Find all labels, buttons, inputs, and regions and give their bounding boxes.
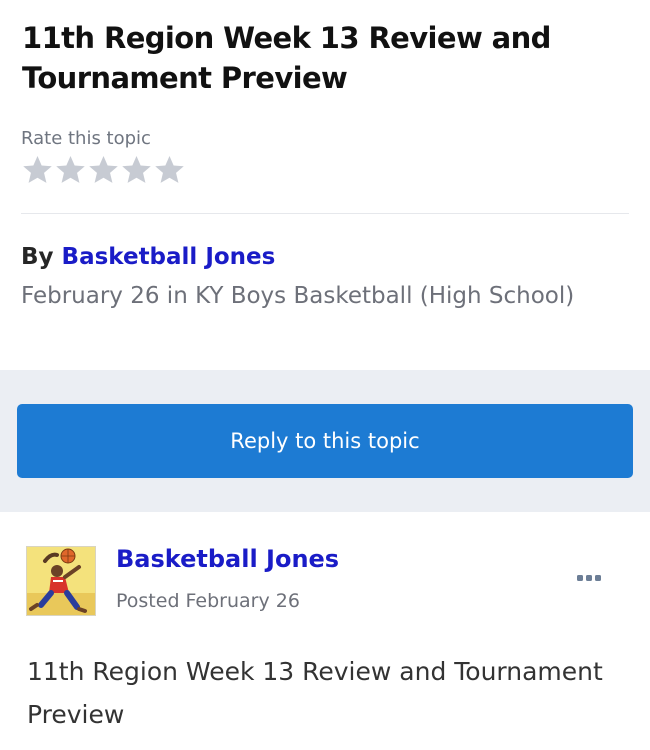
divider	[21, 213, 629, 214]
post: Basketball Jones Posted February 26 11th…	[0, 512, 650, 750]
star-icon-1[interactable]	[21, 154, 54, 186]
reply-band: Reply to this topic	[0, 370, 650, 512]
topic-header: 11th Region Week 13 Review and Tournamen…	[0, 0, 650, 370]
basketball-player-avatar-icon[interactable]	[26, 546, 96, 616]
topic-meta: February 26 in KY Boys Basketball (High …	[21, 283, 575, 309]
post-body: 11th Region Week 13 Review and Tournamen…	[27, 657, 603, 729]
star-icon-2[interactable]	[54, 154, 87, 186]
post-author-link[interactable]: Basketball Jones	[116, 545, 339, 573]
topic-author-link[interactable]: Basketball Jones	[62, 244, 276, 270]
star-icon-4[interactable]	[120, 154, 153, 186]
star-icon-3[interactable]	[87, 154, 120, 186]
more-dots-icon[interactable]	[572, 568, 606, 588]
topic-title: 11th Region Week 13 Review and Tournamen…	[22, 21, 551, 95]
star-icon-5[interactable]	[153, 154, 186, 186]
byline: By Basketball Jones	[21, 244, 275, 270]
by-prefix: By	[21, 244, 54, 270]
reply-to-topic-button[interactable]: Reply to this topic	[17, 404, 633, 478]
post-date: Posted February 26	[116, 590, 300, 612]
rating-stars[interactable]	[21, 154, 186, 186]
rate-label: Rate this topic	[21, 128, 151, 149]
